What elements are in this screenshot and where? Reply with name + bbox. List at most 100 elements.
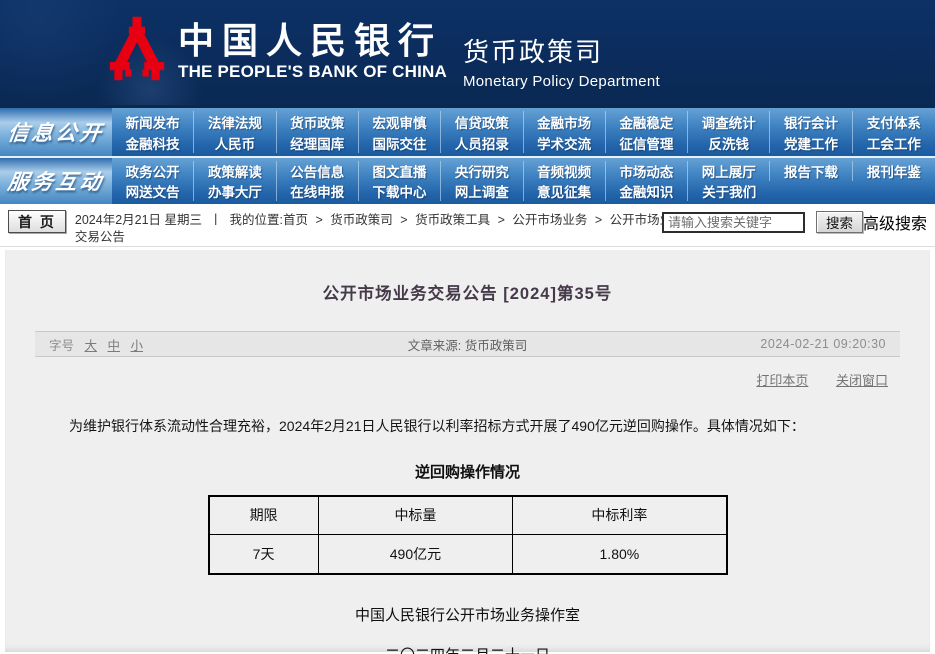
nav-item-financial-market[interactable]: 金融市场 — [524, 111, 606, 132]
nav-item-news[interactable]: 新闻发布 — [112, 111, 195, 132]
breadcrumb-link-tools[interactable]: 货币政策工具 — [415, 213, 490, 227]
col-header-term: 期限 — [208, 495, 319, 536]
bank-name-cn: 中国人民银行 — [178, 19, 443, 62]
nav-section-label-text: 服务互动 — [6, 171, 106, 194]
nav-item-service-hall[interactable]: 办事大厅 — [194, 181, 277, 201]
breadcrumb-pipe: 丨 — [209, 213, 223, 227]
font-size-large-link[interactable]: 大 — [85, 339, 98, 353]
article-body: 为维护银行体系流动性合理充裕，2024年2月21日人民银行以利率招标方式开展了4… — [69, 418, 805, 434]
nav-item-macroprudential[interactable]: 宏观审慎 — [359, 111, 442, 132]
nav-item-periodicals[interactable]: 报刊年鉴 — [853, 161, 935, 181]
col-header-volume: 中标量 — [317, 495, 514, 536]
nav-item-empty — [853, 181, 935, 201]
nav-section-label-text: 信息公开 — [6, 122, 106, 145]
breadcrumb-separator: > — [594, 213, 603, 227]
article-panel: 公开市场业务交易公告 [2024]第35号 字号 大 中 小 文章来源: 货币政… — [5, 250, 930, 654]
font-size-medium-link[interactable]: 中 — [108, 339, 121, 353]
nav-row: 金融科技 人民币 经理国库 国际交往 人员招录 学术交流 征信管理 反洗钱 党建… — [112, 132, 935, 153]
nav-item-anti-money-laundering[interactable]: 反洗钱 — [688, 132, 771, 153]
breadcrumb-separator: > — [497, 213, 505, 227]
nav-item-online-filing[interactable]: 在线申报 — [277, 181, 359, 201]
nav-item-financial-knowledge[interactable]: 金融知识 — [606, 181, 689, 201]
article-signature: 中国人民银行公开市场业务操作室 — [354, 606, 580, 624]
print-page-link[interactable]: 打印本页 — [756, 373, 808, 388]
nav-item-central-bank-research[interactable]: 央行研究 — [441, 161, 524, 181]
table-header-row: 期限 中标量 中标利率 — [208, 495, 727, 536]
nav-item-download-center[interactable]: 下载中心 — [359, 181, 442, 201]
nav-item-monetary-policy[interactable]: 货币政策 — [277, 111, 359, 132]
table-title: 逆回购操作情况 — [414, 463, 520, 481]
nav-item-renminbi[interactable]: 人民币 — [194, 132, 277, 153]
nav-item-opinion-solicitation[interactable]: 意见征集 — [524, 181, 606, 201]
cell-rate: 1.80% — [512, 534, 727, 575]
nav-item-party-building[interactable]: 党建工作 — [770, 132, 853, 153]
advanced-search-link[interactable]: 高级搜索 — [863, 210, 927, 234]
nav-item-about-us[interactable]: 关于我们 — [688, 181, 770, 201]
breadcrumb-link-dept[interactable]: 货币政策司 — [330, 213, 393, 227]
cell-term: 7天 — [208, 534, 319, 575]
nav-item-empty — [770, 181, 852, 201]
nav-section-label-service: 服务互动 — [0, 158, 112, 204]
nav-section-service-interaction: 服务互动 政务公开 政策解读 公告信息 图文直播 央行研究 音频视频 市场动态 … — [0, 156, 935, 204]
nav-item-credit-policy[interactable]: 信贷政策 — [441, 111, 524, 132]
table-row: 7天 490亿元 1.80% — [208, 534, 727, 575]
nav-section-info-disclosure: 信息公开 新闻发布 法律法规 货币政策 宏观审慎 信贷政策 金融市场 金融稳定 … — [0, 108, 935, 156]
nav-row: 网送文告 办事大厅 在线申报 下载中心 网上调查 意见征集 金融知识 关于我们 — [112, 181, 935, 201]
nav-item-online-exhibition[interactable]: 网上展厅 — [688, 161, 771, 181]
col-header-rate: 中标利率 — [512, 495, 727, 536]
nav-menu-service: 政务公开 政策解读 公告信息 图文直播 央行研究 音频视频 市场动态 网上展厅 … — [112, 158, 935, 204]
pbc-emblem-icon — [109, 16, 165, 80]
search-input[interactable] — [661, 211, 805, 233]
nav-item-report-download[interactable]: 报告下载 — [770, 161, 853, 181]
nav-menu-info: 新闻发布 法律法规 货币政策 宏观审慎 信贷政策 金融市场 金融稳定 调查统计 … — [112, 108, 935, 156]
font-size-label: 字号 — [49, 338, 75, 353]
search-area: 搜索 高级搜索 — [661, 210, 927, 234]
breadcrumb-link-open-market[interactable]: 公开市场业务 — [512, 213, 587, 227]
search-button[interactable]: 搜索 — [815, 211, 863, 233]
nav-item-statistics[interactable]: 调查统计 — [688, 111, 771, 132]
nav-item-laws[interactable]: 法律法规 — [194, 111, 277, 132]
nav-item-online-survey[interactable]: 网上调查 — [441, 181, 524, 201]
article-meta-bar: 字号 大 中 小 文章来源: 货币政策司 2024-02-21 09:20:30 — [35, 331, 900, 357]
nav-item-academic[interactable]: 学术交流 — [524, 132, 606, 153]
nav-item-gov-disclosure[interactable]: 政务公开 — [112, 161, 195, 181]
nav-item-audio-video[interactable]: 音频视频 — [524, 161, 606, 181]
font-size-small-link[interactable]: 小 — [131, 339, 144, 353]
nav-item-financial-stability[interactable]: 金融稳定 — [606, 111, 689, 132]
site-header: 中国人民银行 THE PEOPLE'S BANK OF CHINA 货币政策司 … — [0, 0, 935, 105]
article-title: 公开市场业务交易公告 [2024]第35号 — [322, 285, 613, 303]
breadcrumb-location-label: 我的位置:首页 — [229, 213, 308, 227]
department-name-cn: 货币政策司 — [462, 36, 603, 67]
font-size-control: 字号 大 中 小 — [49, 335, 143, 354]
nav-item-international[interactable]: 国际交往 — [359, 132, 442, 153]
home-button[interactable]: 首 页 — [8, 210, 66, 233]
nav-item-fintech[interactable]: 金融科技 — [112, 132, 195, 153]
nav-item-recruitment[interactable]: 人员招录 — [441, 132, 524, 153]
nav-item-payment-system[interactable]: 支付体系 — [853, 111, 935, 132]
nav-item-online-notices[interactable]: 网送文告 — [112, 181, 195, 201]
nav-item-credit-reporting[interactable]: 征信管理 — [606, 132, 689, 153]
nav-section-label-info: 信息公开 — [0, 108, 112, 156]
nav-row: 政务公开 政策解读 公告信息 图文直播 央行研究 音频视频 市场动态 网上展厅 … — [112, 161, 935, 181]
nav-item-market-dynamics[interactable]: 市场动态 — [606, 161, 689, 181]
repo-operation-table: 期限 中标量 中标利率 7天 490亿元 1.80% — [207, 494, 728, 575]
bank-title-block: 中国人民银行 THE PEOPLE'S BANK OF CHINA — [178, 19, 447, 83]
close-window-link[interactable]: 关闭窗口 — [836, 373, 888, 388]
nav-item-live-broadcast[interactable]: 图文直播 — [359, 161, 442, 181]
article-sign-date: 二〇二四年二月二十一日 — [5, 644, 930, 654]
nav-row: 新闻发布 法律法规 货币政策 宏观审慎 信贷政策 金融市场 金融稳定 调查统计 … — [112, 111, 935, 132]
department-name-en: Monetary Policy Department — [462, 72, 661, 90]
article-datetime: 2024-02-21 09:20:30 — [760, 337, 886, 351]
main-navigation: 信息公开 新闻发布 法律法规 货币政策 宏观审慎 信贷政策 金融市场 金融稳定 … — [0, 105, 935, 204]
nav-item-announcements[interactable]: 公告信息 — [277, 161, 359, 181]
nav-item-bank-accounting[interactable]: 银行会计 — [770, 111, 853, 132]
nav-item-policy-interpretation[interactable]: 政策解读 — [194, 161, 277, 181]
breadcrumb: 2024年2月21日 星期三 丨 我的位置:首页 > 货币政策司 > 货币政策工… — [75, 212, 687, 246]
bank-name-en: THE PEOPLE'S BANK OF CHINA — [178, 62, 447, 82]
cell-volume: 490亿元 — [317, 534, 514, 575]
breadcrumb-bar: 首 页 2024年2月21日 星期三 丨 我的位置:首页 > 货币政策司 > 货… — [0, 204, 935, 247]
breadcrumb-separator: > — [400, 213, 408, 227]
department-title-block: 货币政策司 Monetary Policy Department — [463, 16, 660, 90]
nav-item-union-work[interactable]: 工会工作 — [853, 132, 935, 153]
nav-item-treasury[interactable]: 经理国库 — [277, 132, 359, 153]
